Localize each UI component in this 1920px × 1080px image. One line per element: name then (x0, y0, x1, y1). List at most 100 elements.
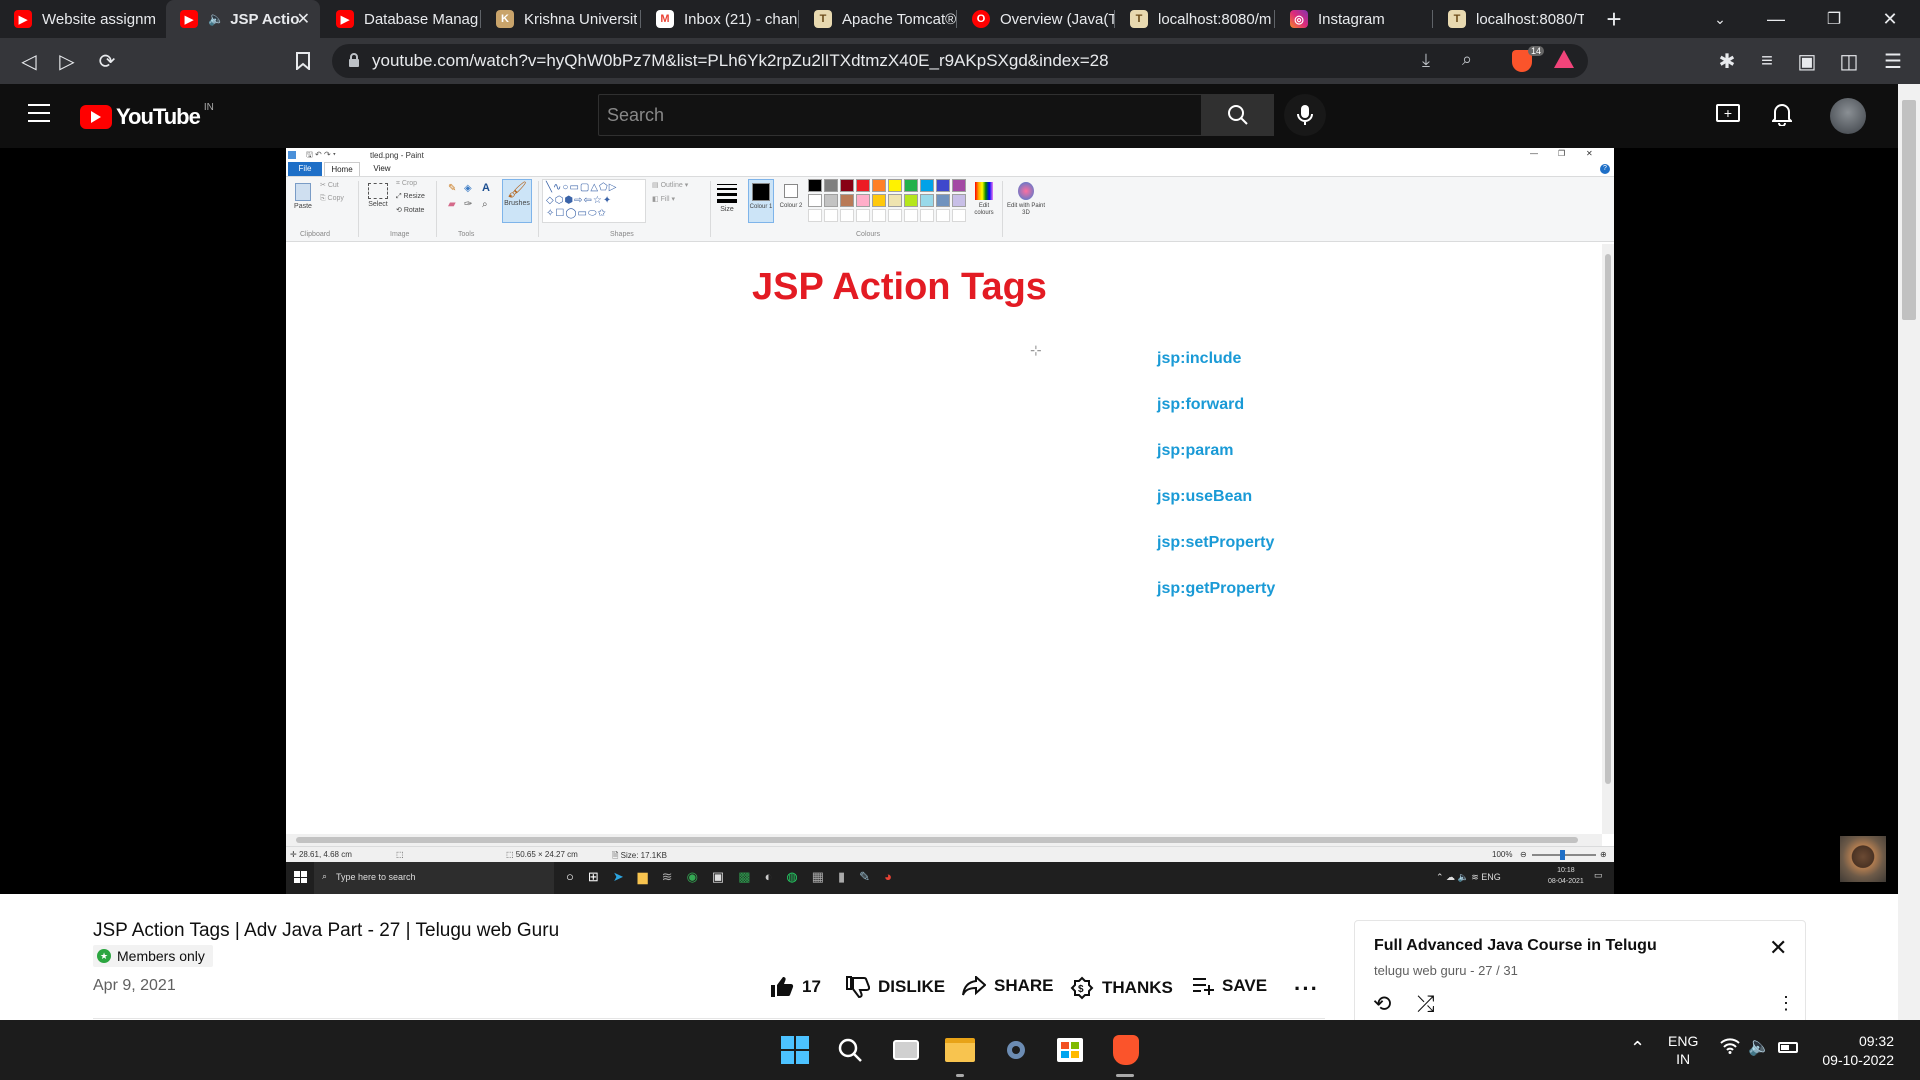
color-picker-icon[interactable]: ✑ (464, 199, 472, 210)
paint-minimize-icon[interactable]: — (1530, 149, 1538, 158)
menu-icon[interactable]: ☰ (1878, 46, 1908, 76)
fill-bucket-icon[interactable]: ◈ (464, 183, 472, 194)
address-bar[interactable]: youtube.com/watch?v=hyQhW0bPz7M&list=PLh… (332, 44, 1588, 78)
battery-icon[interactable] (1778, 1042, 1798, 1053)
browser-tab[interactable]: M Inbox (21) - chan (642, 0, 798, 38)
size-button[interactable]: Size (714, 181, 740, 223)
browser-tab[interactable]: K Krishna Universit (482, 0, 640, 38)
dislike-button[interactable]: DISLIKE (846, 976, 945, 998)
extensions-icon[interactable]: ✱ (1712, 46, 1742, 76)
system-clock[interactable]: 09:32 09-10-2022 (1812, 1032, 1894, 1070)
new-tab-icon[interactable]: + (1586, 0, 1642, 38)
colour-palette[interactable] (808, 179, 968, 225)
playlist-media-icon[interactable]: ≡ (1752, 46, 1782, 76)
eraser-icon[interactable]: ▰ (448, 199, 456, 210)
empty-colour-swatch[interactable] (920, 209, 934, 222)
browser-tab[interactable]: ◎ Instagram (1276, 0, 1432, 38)
paint-horizontal-scrollbar[interactable] (286, 834, 1602, 846)
shuffle-playlist-icon[interactable]: ⤮ (1417, 991, 1435, 1017)
empty-colour-swatch[interactable] (824, 209, 838, 222)
shapes-gallery[interactable]: ╲∿○▭▢△⬠▷ ◇⬡⬢⇨⇦☆✦ ✧☐◯▭⬭✩ (542, 179, 646, 223)
video-player[interactable]: 🖫 ↶ ↷ ▾ tled.png - Paint — ❐ ✕ File Home… (0, 148, 1920, 894)
empty-colour-swatch[interactable] (872, 209, 886, 222)
colour-swatch[interactable] (888, 179, 902, 192)
file-explorer-icon[interactable] (940, 1030, 980, 1070)
tab-search-chevron-icon[interactable]: ⌄ (1692, 0, 1748, 38)
empty-colour-swatch[interactable] (808, 209, 822, 222)
minimize-icon[interactable]: — (1748, 0, 1804, 38)
taskbar-search-icon[interactable] (830, 1030, 870, 1070)
paste-button[interactable]: Paste (292, 181, 314, 219)
search-button[interactable] (1202, 94, 1274, 136)
colour-swatch[interactable] (856, 179, 870, 192)
notifications-bell-icon[interactable] (1770, 102, 1794, 131)
colour2-button[interactable]: Colour 2 (778, 179, 804, 223)
brave-browser-icon[interactable] (1106, 1030, 1146, 1070)
hamburger-menu-icon[interactable] (28, 104, 50, 122)
colour-swatch[interactable] (808, 194, 822, 207)
pencil-icon[interactable]: ✎ (448, 183, 456, 194)
browser-tab[interactable]: T localhost:8080/Te (1434, 0, 1584, 38)
select-button[interactable]: Select (364, 181, 392, 221)
share-button[interactable]: SHARE (962, 976, 1054, 996)
browser-tab[interactable]: ▶ Database Manag (322, 0, 478, 38)
help-icon[interactable]: ? (1600, 164, 1610, 174)
search-input[interactable]: Search (598, 94, 1202, 136)
paint-vertical-scrollbar[interactable] (1602, 244, 1614, 834)
text-tool-icon[interactable]: A (482, 182, 490, 194)
zoom-slider[interactable]: ⊖ ⊕ (1520, 850, 1610, 860)
browser-tab-active[interactable]: ▶ 🔈 JSP Actio ✕ (166, 0, 320, 38)
paint-close-icon[interactable]: ✕ (1586, 149, 1593, 158)
cut-button[interactable]: ✂ Cut (320, 181, 339, 189)
windows-start-icon[interactable] (775, 1030, 815, 1070)
forward-icon[interactable]: ▷ (52, 46, 82, 76)
thanks-button[interactable]: $ THANKS (1070, 976, 1173, 1000)
wifi-icon[interactable] (1720, 1038, 1740, 1059)
audio-icon[interactable]: 🔈 (208, 11, 224, 27)
close-playlist-icon[interactable]: ✕ (1769, 935, 1787, 961)
empty-colour-swatch[interactable] (888, 209, 902, 222)
ribbon-tab-home[interactable]: Home (324, 162, 360, 176)
language-indicator[interactable]: ENG IN (1668, 1032, 1698, 1068)
more-actions-icon[interactable]: ··· (1294, 976, 1319, 1002)
colour-swatch[interactable] (888, 194, 902, 207)
colour-swatch[interactable] (904, 179, 918, 192)
magnifier-icon[interactable]: ⌕ (482, 199, 488, 210)
colour-swatch[interactable] (920, 179, 934, 192)
settings-gear-icon[interactable] (996, 1030, 1036, 1070)
ribbon-tab-file[interactable]: File (288, 162, 322, 176)
colour-swatch[interactable] (872, 194, 886, 207)
colour-swatch[interactable] (824, 179, 838, 192)
playlist-more-icon[interactable]: ⋮ (1777, 993, 1795, 1014)
empty-colour-swatch[interactable] (840, 209, 854, 222)
brave-rewards-icon[interactable] (1554, 50, 1574, 68)
colour-swatch[interactable] (936, 194, 950, 207)
avatar[interactable] (1830, 98, 1866, 134)
empty-colour-swatch[interactable] (904, 209, 918, 222)
browser-tab[interactable]: ▶ Website assignm (0, 0, 164, 38)
browser-tab[interactable]: T localhost:8080/m (1116, 0, 1274, 38)
colour-swatch[interactable] (872, 179, 886, 192)
playlist-title[interactable]: Full Advanced Java Course in Telugu (1374, 937, 1657, 955)
fill-dropdown[interactable]: ◧ Fill ▾ (652, 195, 675, 203)
colour-swatch[interactable] (952, 179, 966, 192)
edit-paint3d-button[interactable]: Edit with Paint 3D (1006, 179, 1046, 223)
ribbon-tab-view[interactable]: View (364, 162, 400, 176)
save-button[interactable]: SAVE (1192, 976, 1267, 996)
like-button[interactable]: 17 (770, 976, 821, 998)
reload-icon[interactable]: ⟳ (92, 46, 122, 76)
paint-restore-icon[interactable]: ❐ (1558, 149, 1565, 158)
task-view-icon[interactable] (886, 1030, 926, 1070)
browser-tab[interactable]: T Apache Tomcat® (800, 0, 956, 38)
edit-colours-button[interactable]: Edit colours (970, 179, 998, 223)
resize-button[interactable]: ⤢ Resize (396, 193, 425, 201)
restore-icon[interactable]: ❐ (1806, 0, 1862, 38)
colour-swatch[interactable] (840, 179, 854, 192)
rotate-button[interactable]: ⟲ Rotate (396, 206, 424, 214)
colour-swatch[interactable] (824, 194, 838, 207)
colour-swatch[interactable] (904, 194, 918, 207)
empty-colour-swatch[interactable] (856, 209, 870, 222)
install-icon[interactable]: ⤓ (1422, 50, 1430, 71)
colour-swatch[interactable] (952, 194, 966, 207)
back-icon[interactable]: ◁ (14, 46, 44, 76)
